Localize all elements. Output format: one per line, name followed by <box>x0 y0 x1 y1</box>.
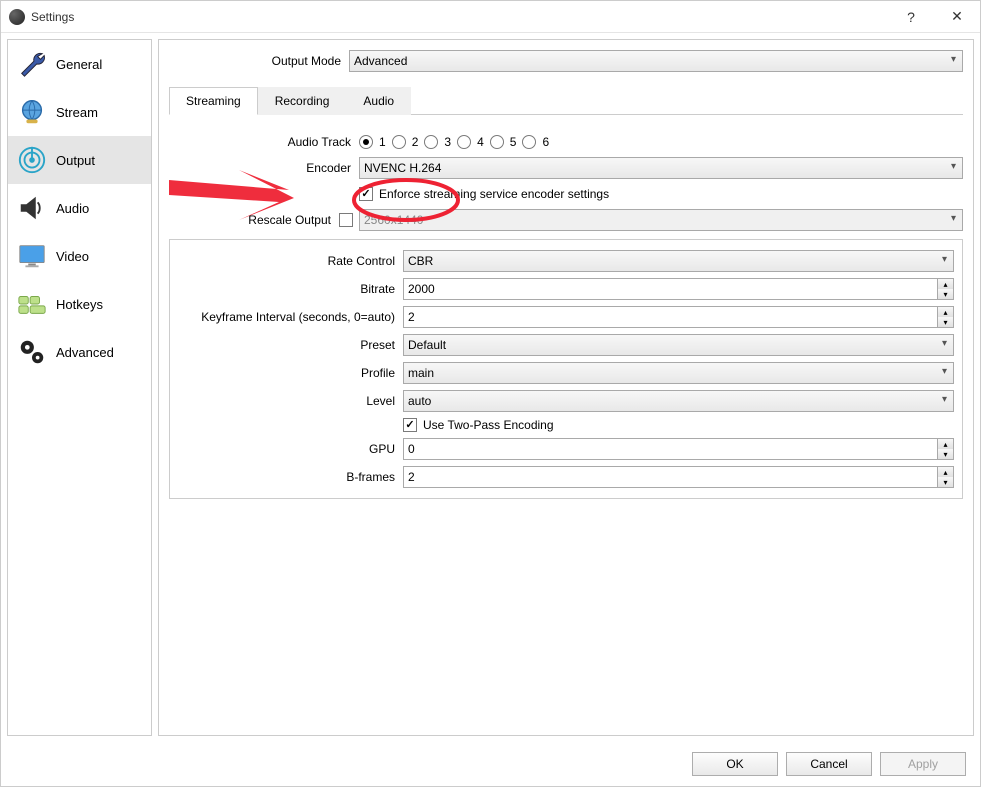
window-title: Settings <box>31 10 74 24</box>
rescale-combo: 2560x1440 <box>359 209 963 231</box>
sidebar-item-label: Hotkeys <box>56 297 103 312</box>
keyframe-spin[interactable]: 2▴▾ <box>403 306 954 328</box>
tab-audio[interactable]: Audio <box>346 87 411 115</box>
sidebar-item-label: Audio <box>56 201 89 216</box>
audio-track-radio-5[interactable] <box>490 135 504 149</box>
preset-label: Preset <box>178 338 403 352</box>
profile-combo[interactable]: main <box>403 362 954 384</box>
audio-track-radios: 1 2 3 4 5 6 <box>359 135 963 149</box>
sidebar-item-hotkeys[interactable]: Hotkeys <box>8 280 151 328</box>
rate-control-combo[interactable]: CBR <box>403 250 954 272</box>
twopass-checkbox[interactable] <box>403 418 417 432</box>
bitrate-label: Bitrate <box>178 282 403 296</box>
tab-streaming[interactable]: Streaming <box>169 87 258 115</box>
output-mode-combo[interactable]: Advanced <box>349 50 963 72</box>
sidebar-item-label: Advanced <box>56 345 114 360</box>
encoder-settings-panel: Rate Control CBR Bitrate 2000▴▾ Keyframe… <box>169 239 963 499</box>
sidebar-item-label: Output <box>56 153 95 168</box>
audio-track-label: Audio Track <box>169 135 359 149</box>
audio-track-radio-4[interactable] <box>457 135 471 149</box>
sidebar-item-general[interactable]: General <box>8 40 151 88</box>
twopass-label: Use Two-Pass Encoding <box>423 418 554 432</box>
main-panel: Output Mode Advanced Streaming Recording… <box>158 39 974 736</box>
audio-track-radio-2[interactable] <box>392 135 406 149</box>
keyboard-icon <box>16 288 48 320</box>
enforce-checkbox[interactable] <box>359 187 373 201</box>
enforce-label: Enforce streaming service encoder settin… <box>379 187 609 201</box>
sidebar-item-audio[interactable]: Audio <box>8 184 151 232</box>
ok-button[interactable]: OK <box>692 752 778 776</box>
audio-track-radio-6[interactable] <box>522 135 536 149</box>
audio-track-radio-1[interactable] <box>359 135 373 149</box>
level-label: Level <box>178 394 403 408</box>
settings-window: Settings ? ✕ General Stream <box>0 0 981 787</box>
sidebar-item-output[interactable]: Output <box>8 136 151 184</box>
bframes-label: B-frames <box>178 470 403 484</box>
rescale-checkbox[interactable] <box>339 213 353 227</box>
sidebar-item-label: Video <box>56 249 89 264</box>
sidebar-item-advanced[interactable]: Advanced <box>8 328 151 376</box>
dialog-footer: OK Cancel Apply <box>1 742 980 786</box>
sidebar-item-video[interactable]: Video <box>8 232 151 280</box>
gears-icon <box>16 336 48 368</box>
bitrate-spin[interactable]: 2000▴▾ <box>403 278 954 300</box>
apply-button: Apply <box>880 752 966 776</box>
sidebar: General Stream Output Audio <box>7 39 152 736</box>
help-button[interactable]: ? <box>888 1 934 33</box>
level-combo[interactable]: auto <box>403 390 954 412</box>
cancel-button[interactable]: Cancel <box>786 752 872 776</box>
streaming-tab-content: Audio Track 1 2 3 4 5 6 Encoder NVENC H.… <box>169 125 963 499</box>
rescale-label: Rescale Output <box>169 213 339 227</box>
profile-label: Profile <box>178 366 403 380</box>
sidebar-item-label: General <box>56 57 102 72</box>
keyframe-label: Keyframe Interval (seconds, 0=auto) <box>178 310 403 324</box>
close-button[interactable]: ✕ <box>934 1 980 33</box>
gpu-label: GPU <box>178 442 403 456</box>
wrench-icon <box>16 48 48 80</box>
sidebar-item-label: Stream <box>56 105 98 120</box>
broadcast-icon <box>16 144 48 176</box>
globe-icon <box>16 96 48 128</box>
gpu-spin[interactable]: 0▴▾ <box>403 438 954 460</box>
monitor-icon <box>16 240 48 272</box>
rate-control-label: Rate Control <box>178 254 403 268</box>
titlebar: Settings ? ✕ <box>1 1 980 33</box>
sidebar-item-stream[interactable]: Stream <box>8 88 151 136</box>
speaker-icon <box>16 192 48 224</box>
output-mode-label: Output Mode <box>169 54 349 68</box>
encoder-label: Encoder <box>169 161 359 175</box>
bframes-spin[interactable]: 2▴▾ <box>403 466 954 488</box>
app-icon <box>9 9 25 25</box>
preset-combo[interactable]: Default <box>403 334 954 356</box>
output-tabs: Streaming Recording Audio <box>169 86 963 115</box>
audio-track-radio-3[interactable] <box>424 135 438 149</box>
encoder-combo[interactable]: NVENC H.264 <box>359 157 963 179</box>
tab-recording[interactable]: Recording <box>258 87 347 115</box>
